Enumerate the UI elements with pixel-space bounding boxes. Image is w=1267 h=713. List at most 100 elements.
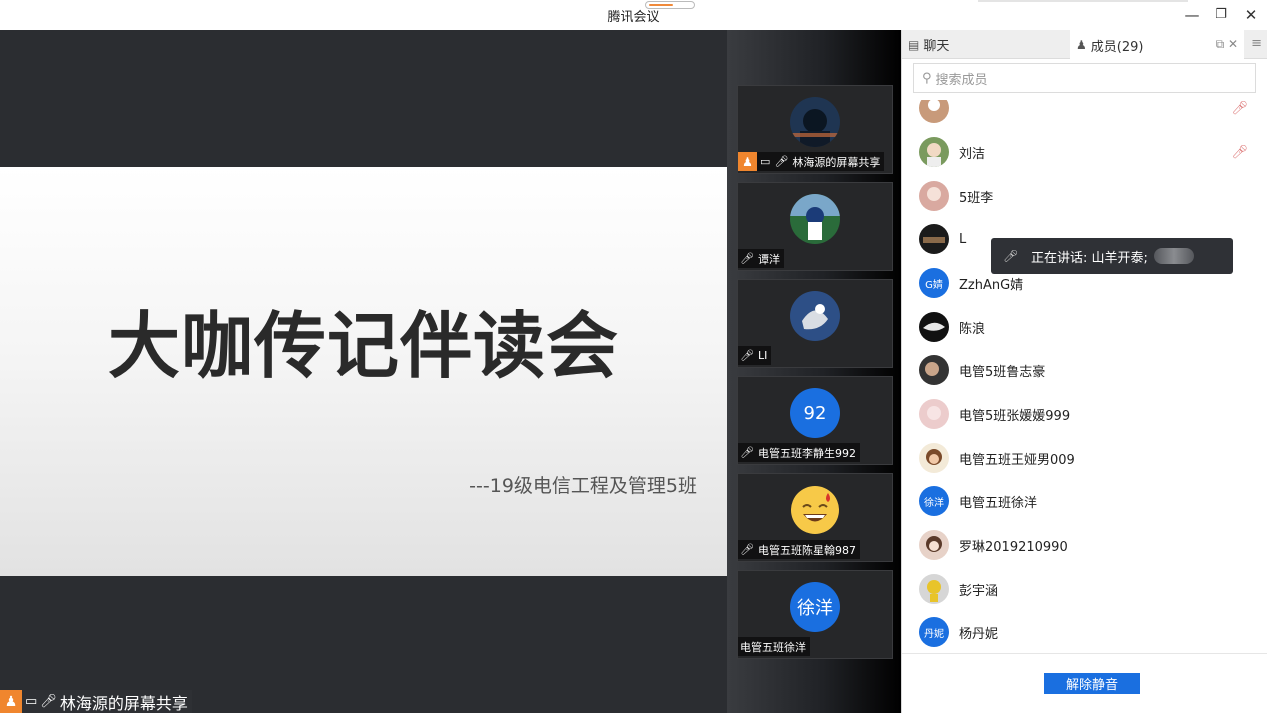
unmute-all-button[interactable]: 解除静音 [1044,673,1140,694]
slide-title: 大咖传记伴读会 [107,304,619,388]
participant-avatar: 92 [790,388,840,438]
muted-microphone-icon: 🎤︎ [740,446,754,459]
title-bar: 腾讯会议 — ❐ ✕ [0,0,1267,30]
member-name: 陈浪 [959,321,986,337]
search-placeholder: 搜索成员 [935,72,988,88]
microphone-icon: 🎤︎ [1003,249,1019,263]
video-tile-label: 电管五班徐洋 [740,640,806,654]
member-avatar [919,100,949,123]
member-name: ZzhAnG婧 [959,277,1024,293]
microphone-icon: 🎤︎ [774,155,789,168]
video-tile-label: 电管五班李静生992 [757,446,856,460]
member-name: 刘洁 [959,146,986,162]
tab-chat-label: 聊天 [923,39,950,54]
list-item[interactable]: 电管5班张媛媛999 [902,392,1267,436]
tab-chat[interactable]: ▤ 聊天 [902,30,1070,59]
video-tile[interactable]: ♟ ▭ 🎤︎ 林海源的屏幕共享 [737,85,893,174]
list-item[interactable]: 罗琳2019210990 [902,523,1267,567]
member-avatar [919,312,949,342]
list-item[interactable]: 🎤︎ [902,100,1267,130]
muted-microphone-icon[interactable]: 🎤︎ [1231,145,1248,160]
panel-footer: 解除静音 [902,653,1267,713]
list-item[interactable]: 徐洋 电管五班徐洋 [902,479,1267,523]
share-label: ♟ ▭ 🎤︎ 林海源的屏幕共享 [0,690,192,713]
participant-avatar [790,97,840,147]
video-tile-label: 电管五班陈星翰987 [757,543,856,557]
member-name: 电管五班徐洋 [959,495,1038,511]
slide-subtitle: ---19级电信工程及管理5班 [469,475,697,497]
member-avatar [919,355,949,385]
member-name: 电管5班张媛媛999 [959,408,1071,424]
host-icon: ♟ [738,152,757,171]
title-bar-shadow [978,0,1188,2]
video-tile[interactable]: 徐洋 电管五班徐洋 [737,570,893,659]
video-tile-name: 🎤︎ 谭洋 [738,249,784,268]
list-item[interactable]: 陈浪 [902,305,1267,349]
muted-microphone-icon[interactable]: 🎤︎ [1231,101,1248,116]
speaking-tooltip: 🎤︎ 正在讲话: 山羊开泰; [991,238,1233,274]
muted-microphone-icon: 🎤︎ [740,252,754,265]
member-avatar: G婧 [919,268,949,298]
list-item[interactable]: 刘洁 🎤︎ [902,130,1267,174]
video-tile-label: LI [757,349,768,362]
tab-members-label: 成员(29) [1090,39,1144,55]
member-list[interactable]: 🎤︎ 刘洁 🎤︎ 5班李 L G婧 ZzhAnG婧 陈浪 电管5班鲁志豪 电管5… [902,100,1267,653]
speaking-text: 正在讲话: 山羊开泰; [1031,250,1148,266]
video-tile-name: 🎤︎ 电管五班李静生992 [738,443,860,462]
video-tile[interactable]: 🎤︎ 谭洋 [737,182,893,271]
list-item[interactable]: 电管5班鲁志豪 [902,348,1267,392]
member-avatar: 丹妮 [919,617,949,647]
side-panel: ▤ 聊天 ♟ 成员(29) ⧉ ✕ ≡ ⚲ 搜索成员 🎤︎ 刘洁 🎤︎ 5班李 [901,30,1267,713]
shared-screen[interactable]: 大咖传记伴读会 ---19级电信工程及管理5班 ♟ ▭ 🎤︎ 林海源的屏幕共享 [0,30,727,713]
popout-icon[interactable]: ⧉ ✕ [1216,37,1238,52]
video-strip: ♟ ▭ 🎤︎ 林海源的屏幕共享 🎤︎ 谭洋 🎤︎ LI 92 🎤︎ 电管五班李静… [727,30,901,713]
person-icon: ♟ [1076,38,1087,52]
menu-icon[interactable]: ≡ [1251,36,1262,51]
screen-share-icon: ▭ [760,155,771,168]
share-label-text: 林海源的屏幕共享 [59,693,188,713]
panel-tabs: ▤ 聊天 ♟ 成员(29) ⧉ ✕ ≡ [902,30,1267,60]
member-name: L [959,231,967,247]
video-tile-name: 🎤︎ LI [738,346,772,365]
member-avatar [919,443,949,473]
participant-avatar [790,291,840,341]
host-icon: ♟ [0,690,22,713]
video-tile[interactable]: 🎤︎ 电管五班陈星翰987 [737,473,893,562]
window-title: 腾讯会议 [607,10,660,25]
chat-icon: ▤ [908,37,920,52]
tab-members[interactable]: ♟ 成员(29) ⧉ ✕ [1070,30,1244,60]
list-item[interactable]: 电管五班王娅男009 [902,436,1267,480]
list-item[interactable]: 彭宇涵 [902,567,1267,611]
screen-share-toolbar-handle[interactable] [645,1,695,9]
member-avatar [919,399,949,429]
video-tile[interactable]: 92 🎤︎ 电管五班李静生992 [737,376,893,465]
muted-microphone-icon: 🎤︎ [740,349,754,362]
blurred-name [1153,248,1194,264]
member-name: 5班李 [959,190,994,206]
member-avatar [919,137,949,167]
screen-share-icon: ▭ [25,694,38,709]
participant-avatar: 徐洋 [790,582,840,632]
member-name: 彭宇涵 [959,583,999,599]
emoji-avatar [790,485,840,535]
member-name: 电管5班鲁志豪 [959,364,1046,380]
member-avatar: 徐洋 [919,486,949,516]
close-button[interactable]: ✕ [1240,4,1262,26]
list-item[interactable]: 5班李 [902,174,1267,218]
list-item[interactable]: 丹妮 杨丹妮 [902,610,1267,653]
member-avatar [919,574,949,604]
muted-microphone-icon: 🎤︎ [740,543,754,556]
member-avatar [919,181,949,211]
video-tile-name: ♟ ▭ 🎤︎ 林海源的屏幕共享 [738,152,885,171]
search-input[interactable]: ⚲ 搜索成员 [913,63,1256,93]
microphone-icon: 🎤︎ [40,694,57,709]
video-tile-label: 林海源的屏幕共享 [792,155,881,169]
restore-button[interactable]: ❐ [1210,4,1232,26]
video-tile[interactable]: 🎤︎ LI [737,279,893,368]
member-name: 杨丹妮 [959,626,999,642]
minimize-button[interactable]: — [1181,4,1203,26]
member-name: 罗琳2019210990 [959,539,1068,555]
participant-avatar [790,194,840,244]
member-avatar [919,224,949,254]
member-name: 电管五班王娅男009 [959,452,1075,468]
